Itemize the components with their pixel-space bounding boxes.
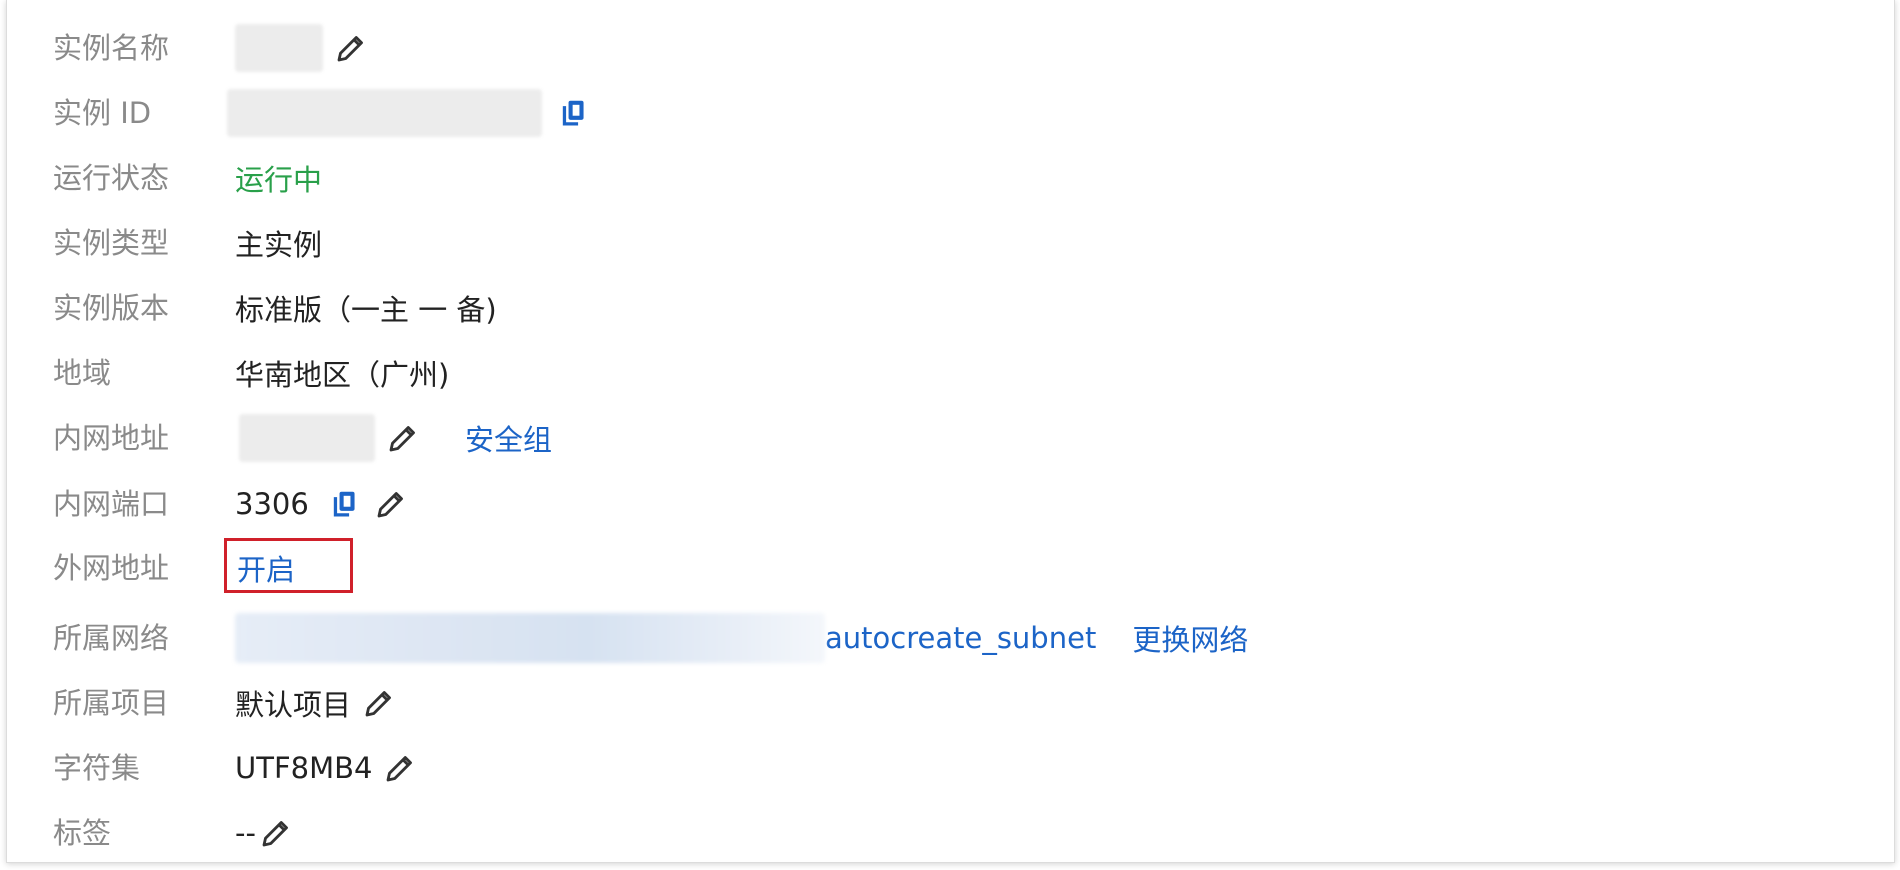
row-private-ip: 内网地址 安全组	[7, 408, 1894, 468]
private-port-value: 3306	[235, 487, 309, 521]
edit-instance-name-pencil-icon[interactable]	[333, 30, 369, 66]
edition-label: 实例版本	[53, 291, 170, 325]
network-vpc-redacted	[235, 613, 825, 663]
status-label: 运行状态	[53, 161, 170, 195]
instance-name-label: 实例名称	[53, 31, 170, 65]
edit-project-pencil-icon[interactable]	[361, 685, 397, 721]
row-instance-id: 实例 ID	[7, 83, 1894, 143]
instance-type-label: 实例类型	[53, 226, 170, 260]
row-instance-name: 实例名称	[7, 18, 1894, 78]
copy-port-copy-icon[interactable]	[331, 489, 359, 519]
row-status: 运行状态 运行中	[7, 148, 1894, 208]
highlight-box	[224, 538, 353, 593]
region-label: 地域	[53, 356, 112, 390]
row-edition: 实例版本 标准版（一主 一 备)	[7, 278, 1894, 338]
network-label: 所属网络	[53, 621, 170, 655]
row-instance-type: 实例类型 主实例	[7, 213, 1894, 273]
security-group-link[interactable]: 安全组	[465, 417, 552, 459]
edit-charset-pencil-icon[interactable]	[382, 750, 418, 786]
private-port-label: 内网端口	[53, 487, 170, 521]
charset-value: UTF8MB4	[235, 751, 373, 785]
private-ip-value-redacted	[239, 414, 375, 462]
status-value: 运行中	[235, 163, 323, 197]
instance-type-value: 主实例	[235, 228, 323, 262]
project-value: 默认项目	[235, 688, 352, 722]
row-network: 所属网络 autocreate_subnet 更换网络	[7, 608, 1894, 668]
public-ip-label: 外网地址	[53, 551, 170, 585]
instance-id-label: 实例 ID	[53, 96, 152, 130]
instance-detail-panel: 实例名称 实例 ID 运行状态 运行中 实例类型 主实例 实例版本 标准版（一主…	[6, 0, 1895, 863]
row-tags: 标签 --	[7, 803, 1894, 863]
instance-id-value-redacted	[227, 89, 542, 137]
tags-label: 标签	[53, 816, 112, 850]
change-network-link[interactable]: 更换网络	[1132, 617, 1248, 659]
edit-private-ip-pencil-icon[interactable]	[385, 420, 421, 456]
private-ip-label: 内网地址	[53, 421, 170, 455]
edit-port-pencil-icon[interactable]	[373, 486, 409, 522]
network-subnet-link[interactable]: autocreate_subnet	[825, 621, 1096, 655]
copy-instance-id-copy-icon[interactable]	[560, 98, 588, 128]
project-label: 所属项目	[53, 686, 170, 720]
tags-value: --	[235, 816, 256, 850]
row-region: 地域 华南地区（广州)	[7, 343, 1894, 403]
edition-value: 标准版（一主 一 备)	[235, 293, 497, 327]
row-project: 所属项目 默认项目	[7, 673, 1894, 733]
row-charset: 字符集 UTF8MB4	[7, 738, 1894, 798]
row-private-port: 内网端口 3306	[7, 474, 1894, 534]
charset-label: 字符集	[53, 751, 141, 785]
instance-name-value-redacted	[235, 24, 323, 72]
edit-tags-pencil-icon[interactable]	[258, 815, 294, 851]
region-value: 华南地区（广州)	[235, 358, 450, 392]
